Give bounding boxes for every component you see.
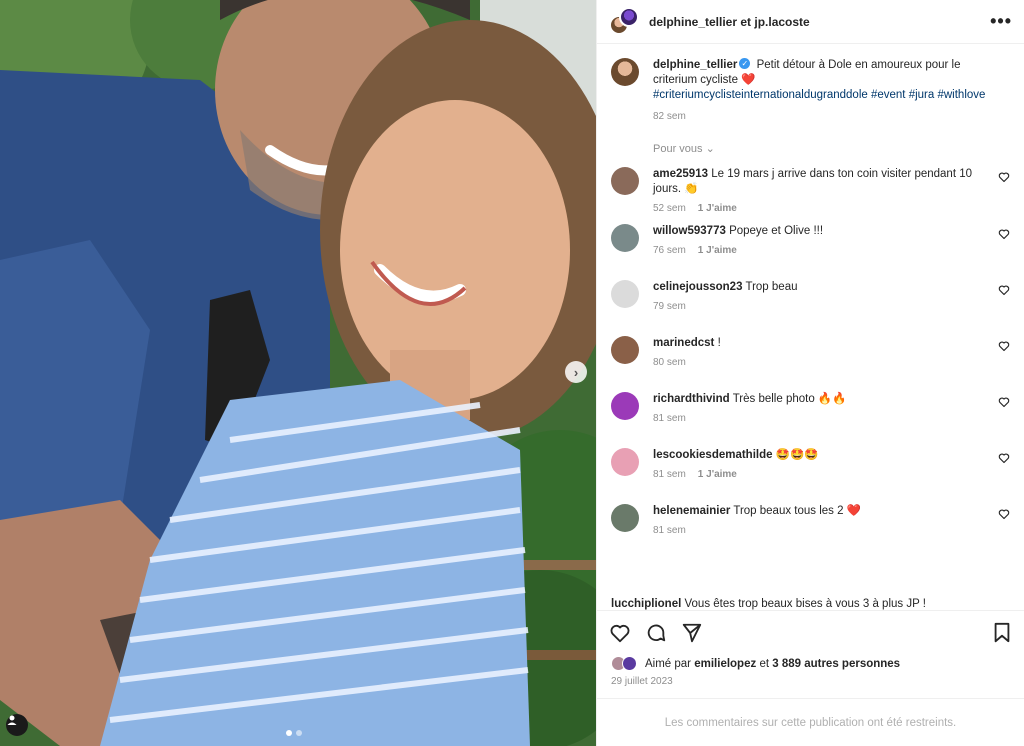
likes-count[interactable]: 3 889 autres personnes <box>772 658 900 670</box>
comment-like-heart-icon[interactable] <box>998 171 1010 183</box>
verified-badge-icon: ✓ <box>739 58 751 70</box>
comment-list: ame25913 Le 19 mars j arrive dans ton co… <box>611 167 1010 550</box>
post-photo[interactable]: › <box>0 0 596 746</box>
comment-time: 79 sem <box>653 301 686 312</box>
liker-avatars <box>611 656 641 672</box>
comment-time: 76 sem <box>653 245 686 256</box>
comment-text: Trop beau <box>745 281 798 293</box>
post-header: delphine_tellier et jp.lacoste ••• <box>597 0 1024 44</box>
comment-body: lescookiesdemathilde 🤩🤩🤩 81 sem 1 J'aime <box>653 448 998 480</box>
comments-restricted-notice: Les commentaires sur cette publication o… <box>597 698 1024 746</box>
comment-body: helenemainier Trop beaux tous les 2 ❤️ 81… <box>653 504 998 536</box>
comment-like-heart-icon[interactable] <box>998 452 1010 464</box>
comment-item: marinedcst ! 80 sem <box>611 336 1010 382</box>
like-heart-icon[interactable] <box>609 622 631 644</box>
avatar <box>622 656 637 671</box>
comment-body: richardthivind Très belle photo 🔥🔥 81 sem <box>653 392 998 424</box>
comment-text: Très belle photo 🔥🔥 <box>732 393 847 405</box>
comment-text: Trop beaux tous les 2 ❤️ <box>733 505 862 517</box>
caption-hashtags[interactable]: #criteriumcyclisteinternationaldugranddo… <box>653 89 985 101</box>
comment-time: 52 sem <box>653 203 686 214</box>
caption-time: 82 sem <box>653 111 686 122</box>
comment-username[interactable]: lescookiesdemathilde <box>653 449 773 461</box>
comment-body: willow593773 Popeye et Olive !!! 76 sem 1 … <box>653 224 998 256</box>
chevron-down-icon: ⌄ <box>705 143 715 155</box>
photo-illustration <box>0 0 596 746</box>
post-authors[interactable]: delphine_tellier et jp.lacoste <box>649 15 990 29</box>
comment-avatar[interactable] <box>611 280 639 308</box>
carousel-dot <box>296 730 302 736</box>
comment-body: celinejousson23 Trop beau 79 sem <box>653 280 998 312</box>
share-icon[interactable] <box>681 622 703 644</box>
comments-section[interactable]: delphine_tellier ✓ Petit détour à Dole en… <box>597 44 1024 610</box>
collab-avatars[interactable] <box>609 6 639 37</box>
post-date: 29 juillet 2023 <box>611 676 673 687</box>
comment-likes[interactable]: 1 J'aime <box>698 203 737 214</box>
tagged-users-button[interactable] <box>6 714 28 736</box>
comment-item: ame25913 Le 19 mars j arrive dans ton co… <box>611 167 1010 214</box>
comment-username[interactable]: ame25913 <box>653 168 708 180</box>
comment-item: celinejousson23 Trop beau 79 sem <box>611 280 1010 326</box>
comment-body: marinedcst ! 80 sem <box>653 336 998 368</box>
avatar <box>619 6 639 27</box>
comment-icon[interactable] <box>645 622 667 644</box>
comment-avatar[interactable] <box>611 224 639 252</box>
comment-text: Popeye et Olive !!! <box>729 225 824 237</box>
comment-avatar[interactable] <box>611 336 639 364</box>
comment-time: 81 sem <box>653 469 686 480</box>
comment-username[interactable]: richardthivind <box>653 393 730 405</box>
person-icon <box>7 715 17 725</box>
caption-username[interactable]: delphine_tellier <box>653 59 737 71</box>
likes-middle: et <box>759 658 770 670</box>
comment-avatar[interactable] <box>611 392 639 420</box>
truncated-comment: lucchiplionel Vous êtes trop beaux bises… <box>611 598 1010 610</box>
comment-like-heart-icon[interactable] <box>998 340 1010 352</box>
comment-item: richardthivind Très belle photo 🔥🔥 81 sem <box>611 392 1010 438</box>
comment-text: Vous êtes trop beaux bises à vous 3 à pl… <box>684 598 926 610</box>
likes-summary: Aimé par emilielopez et 3 889 autres per… <box>597 654 1024 674</box>
comment-time: 81 sem <box>653 525 686 536</box>
comment-avatar[interactable] <box>611 448 639 476</box>
comment-item: willow593773 Popeye et Olive !!! 76 sem 1 … <box>611 224 1010 270</box>
action-bar <box>597 610 1024 654</box>
comment-likes[interactable]: 1 J'aime <box>698 469 737 480</box>
caption: delphine_tellier ✓ Petit détour à Dole en… <box>611 58 1010 124</box>
comment-text: 🤩🤩🤩 <box>775 449 819 461</box>
comment-username[interactable]: celinejousson23 <box>653 281 742 293</box>
comment-avatar[interactable] <box>611 504 639 532</box>
comment-body: ame25913 Le 19 mars j arrive dans ton co… <box>653 167 998 214</box>
likes-prefix: Aimé par <box>645 658 692 670</box>
comment-item: lescookiesdemathilde 🤩🤩🤩 81 sem 1 J'aime <box>611 448 1010 494</box>
next-photo-button[interactable]: › <box>565 361 587 383</box>
heart-emoji: ❤️ <box>741 74 756 86</box>
bookmark-icon[interactable] <box>992 622 1012 644</box>
carousel-dot-active <box>286 730 292 736</box>
comment-username[interactable]: helenemainier <box>653 505 730 517</box>
comment-username[interactable]: willow593773 <box>653 225 726 237</box>
comment-username[interactable]: marinedcst <box>653 337 714 349</box>
comment-like-heart-icon[interactable] <box>998 228 1010 240</box>
comment-like-heart-icon[interactable] <box>998 284 1010 296</box>
comment-username[interactable]: lucchiplionel <box>611 598 681 610</box>
likes-user[interactable]: emilielopez <box>694 658 756 670</box>
comment-time: 81 sem <box>653 413 686 424</box>
sort-label: Pour vous <box>653 143 703 155</box>
post-panel: delphine_tellier et jp.lacoste ••• delph… <box>596 0 1024 746</box>
sort-dropdown[interactable]: Pour vous ⌄ <box>653 142 1010 155</box>
caption-avatar[interactable] <box>611 58 639 86</box>
comment-time: 80 sem <box>653 357 686 368</box>
comment-like-heart-icon[interactable] <box>998 508 1010 520</box>
carousel-dots <box>286 730 302 736</box>
comment-text: ! <box>717 337 721 349</box>
more-options-icon[interactable]: ••• <box>990 11 1012 32</box>
comment-avatar[interactable] <box>611 167 639 195</box>
comment-likes[interactable]: 1 J'aime <box>698 245 737 256</box>
comment-like-heart-icon[interactable] <box>998 396 1010 408</box>
comment-item: helenemainier Trop beaux tous les 2 ❤️ 81… <box>611 504 1010 550</box>
